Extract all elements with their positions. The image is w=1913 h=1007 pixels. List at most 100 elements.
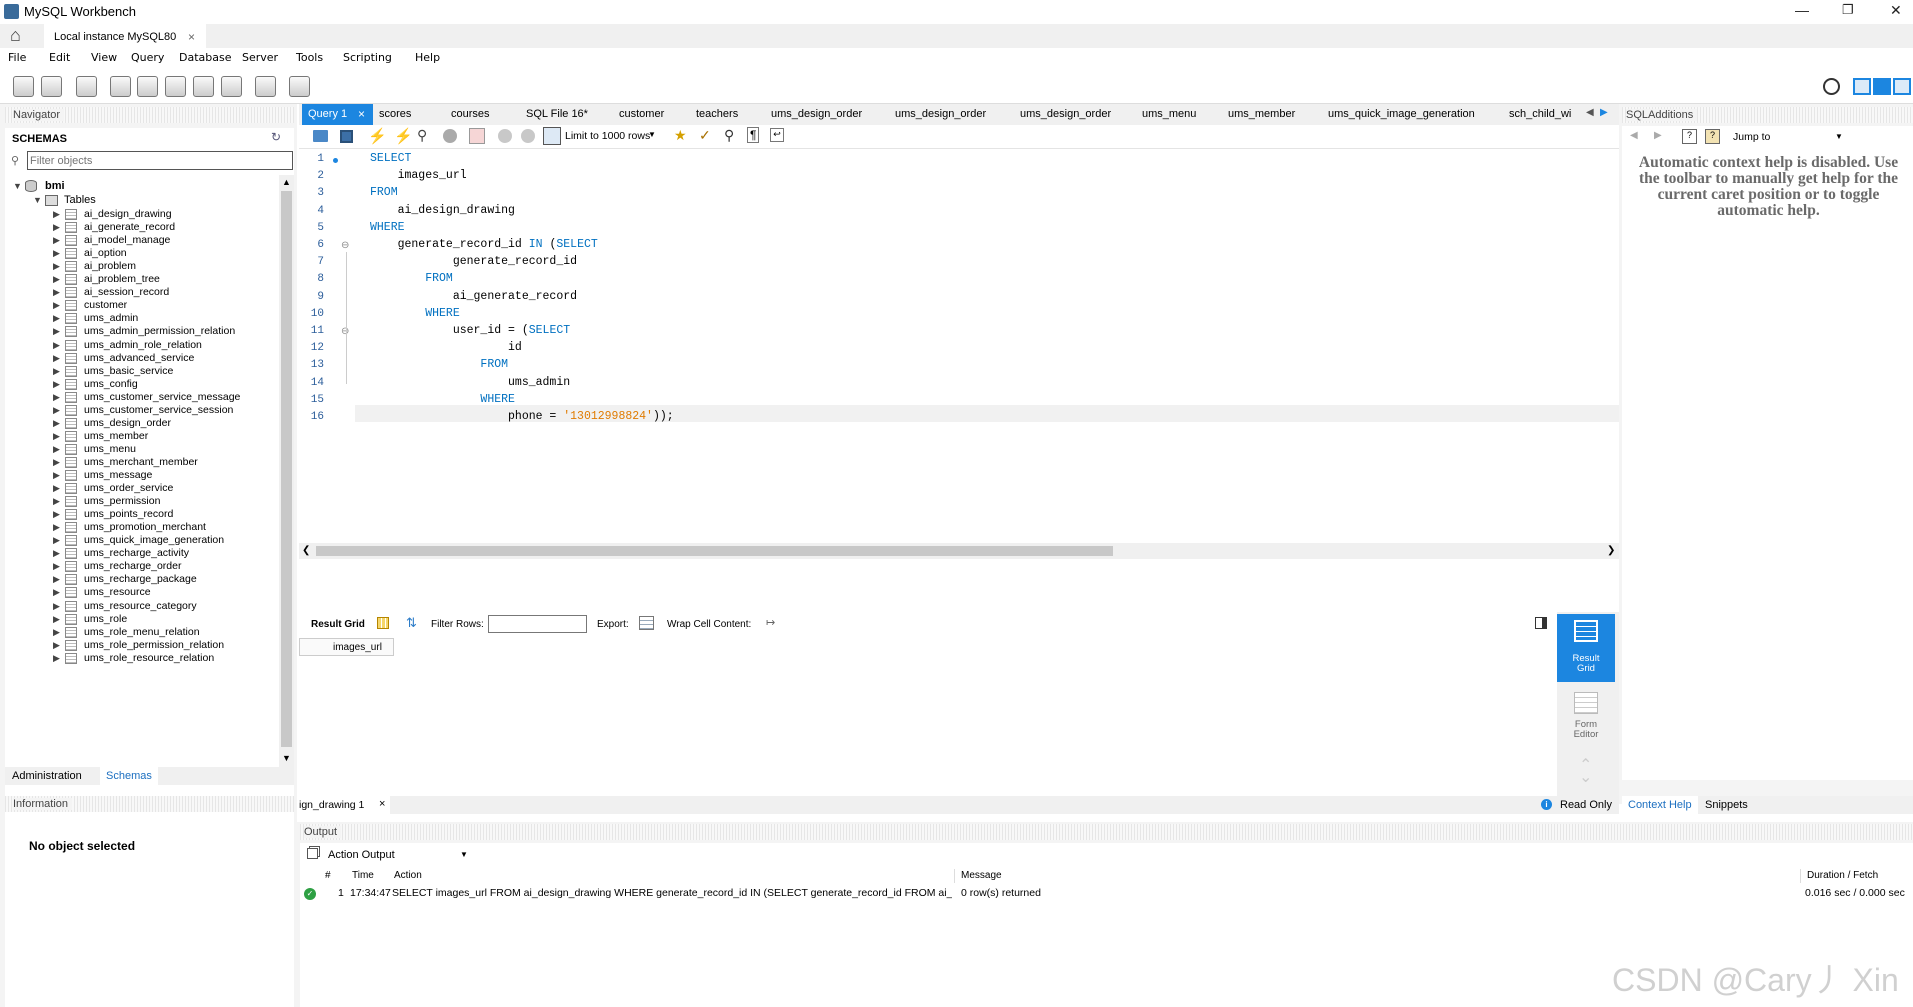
back-icon[interactable]: ◀ <box>1630 130 1638 141</box>
result-grid-label[interactable]: Result Grid <box>311 619 365 630</box>
filter-rows-input[interactable] <box>488 615 587 633</box>
scroll-left-icon[interactable]: ❮ <box>302 545 310 556</box>
tab-ums-design-order-3[interactable]: ums_design_order <box>1014 104 1111 125</box>
expand-arrow-icon[interactable]: ▶ <box>53 548 60 559</box>
tab-ums-quick-image-generation[interactable]: ums_quick_image_generation <box>1322 104 1475 125</box>
expand-arrow-icon[interactable]: ▶ <box>53 261 60 272</box>
expand-arrow-icon[interactable]: ▶ <box>53 535 60 546</box>
expand-arrow-icon[interactable]: ▶ <box>53 444 60 455</box>
maximize-button[interactable]: ❐ <box>1842 2 1854 18</box>
refresh-schemas-icon[interactable]: ↻ <box>271 130 281 144</box>
tab-sql-file-16[interactable]: SQL File 16* <box>520 104 588 125</box>
expand-arrow-icon[interactable]: ▶ <box>53 287 60 298</box>
expand-arrow-icon[interactable]: ▶ <box>53 366 60 377</box>
menu-help[interactable]: Help <box>415 51 440 64</box>
expand-arrow-icon[interactable]: ▼ <box>13 181 22 191</box>
close-window-button[interactable]: ✕ <box>1890 2 1902 19</box>
minimize-button[interactable]: — <box>1795 2 1809 18</box>
tab-ums-design-order-2[interactable]: ums_design_order <box>889 104 986 125</box>
expand-arrow-icon[interactable]: ▶ <box>53 274 60 285</box>
menu-tools[interactable]: Tools <box>296 51 323 64</box>
tab-teachers[interactable]: teachers <box>690 104 738 125</box>
menu-query[interactable]: Query <box>131 51 164 64</box>
expand-arrow-icon[interactable]: ▶ <box>53 405 60 416</box>
create-table-icon[interactable] <box>137 76 158 97</box>
toggle-sidebar-icon[interactable] <box>1853 78 1871 95</box>
tab-scroll-right-icon[interactable]: ▶ <box>1600 107 1608 118</box>
stop-icon[interactable] <box>443 129 457 143</box>
menu-file[interactable]: File <box>8 51 26 64</box>
word-wrap-icon[interactable]: ↩ <box>770 128 784 142</box>
toggle-continue-on-error-icon[interactable] <box>469 128 485 144</box>
editor-h-scrollbar[interactable]: ❮ ❯ <box>299 543 1619 559</box>
settings-icon[interactable] <box>1823 78 1840 95</box>
new-sql-tab-icon[interactable] <box>13 76 34 97</box>
tab-ums-design-order-1[interactable]: ums_design_order <box>765 104 862 125</box>
fold-icon[interactable]: ⊖ <box>341 240 349 251</box>
create-schema-icon[interactable] <box>110 76 131 97</box>
jump-to-select[interactable]: Jump to ▼ <box>1730 128 1845 146</box>
copy-icon[interactable] <box>307 848 318 859</box>
create-function-icon[interactable] <box>221 76 242 97</box>
refresh-icon[interactable]: ⇅ <box>406 615 417 631</box>
expand-arrow-icon[interactable]: ▶ <box>53 627 60 638</box>
column-header[interactable]: images_url <box>299 638 394 656</box>
open-file-icon[interactable] <box>313 130 328 142</box>
menu-database[interactable]: Database <box>179 51 232 64</box>
expand-arrow-icon[interactable]: ▶ <box>53 300 60 311</box>
expand-arrow-icon[interactable]: ▶ <box>53 222 60 233</box>
result-tab[interactable]: ign_drawing 1 × <box>297 796 390 814</box>
menu-edit[interactable]: Edit <box>49 51 70 64</box>
tab-courses[interactable]: courses <box>445 104 490 125</box>
search-table-data-icon[interactable] <box>255 76 276 97</box>
execute-icon[interactable]: ⚡ <box>368 127 387 145</box>
result-grid[interactable]: images_url <box>299 638 1557 796</box>
close-tab-icon[interactable]: × <box>379 798 385 810</box>
tab-query-1[interactable]: Query 1 × <box>302 104 373 125</box>
manual-help-icon[interactable]: ? <box>1682 129 1697 144</box>
inspector-icon[interactable] <box>76 76 97 97</box>
expand-arrow-icon[interactable]: ▶ <box>53 496 60 507</box>
side-scroll-icon[interactable]: ⌃ ⌄ <box>1579 758 1592 786</box>
tab-scores[interactable]: scores <box>373 104 411 125</box>
add-snippet-icon[interactable]: ★ <box>674 127 687 144</box>
h-scrollbar-thumb[interactable] <box>316 546 1113 556</box>
close-icon[interactable]: × <box>188 30 195 44</box>
connection-tab[interactable]: Local instance MySQL80 × <box>44 24 206 48</box>
expand-arrow-icon[interactable]: ▶ <box>53 353 60 364</box>
create-procedure-icon[interactable] <box>193 76 214 97</box>
menu-server[interactable]: Server <box>242 51 278 64</box>
toggle-result-panel-icon[interactable] <box>1535 617 1547 629</box>
export-icon[interactable] <box>639 616 654 630</box>
filter-objects-input[interactable] <box>27 151 293 170</box>
expand-arrow-icon[interactable]: ▶ <box>53 313 60 324</box>
tab-snippets[interactable]: Snippets <box>1705 799 1748 811</box>
commit-icon[interactable] <box>498 129 512 143</box>
sql-editor[interactable]: ⊖ ⊖ 1SELECT2 images_url3FROM4 ai_design_… <box>299 150 1619 543</box>
menu-scripting[interactable]: Scripting <box>343 51 392 64</box>
output-row[interactable]: ✓ 1 17:34:47 SELECT images_url FROM ai_d… <box>300 885 1913 903</box>
tab-schemas[interactable]: Schemas <box>100 767 158 785</box>
tab-customer[interactable]: customer <box>613 104 664 125</box>
reconnect-icon[interactable] <box>289 76 310 97</box>
create-view-icon[interactable] <box>165 76 186 97</box>
beautify-icon[interactable]: ✓ <box>699 127 711 144</box>
expand-arrow-icon[interactable]: ▶ <box>53 248 60 259</box>
form-editor-side-button[interactable]: Form Editor <box>1557 686 1615 750</box>
toggle-output-icon[interactable] <box>1873 78 1891 95</box>
tree-scrollbar[interactable]: ▲ ▼ <box>279 175 294 767</box>
expand-arrow-icon[interactable]: ▶ <box>53 392 60 403</box>
limit-rows-select[interactable]: Limit to 1000 rows ▼ <box>562 127 660 146</box>
toggle-secondary-sidebar-icon[interactable] <box>1893 78 1911 95</box>
invisible-chars-icon[interactable]: ¶ <box>747 127 760 143</box>
scroll-up-icon[interactable]: ▲ <box>282 177 291 187</box>
rollback-icon[interactable] <box>521 129 535 143</box>
tab-scroll-left-icon[interactable]: ◀ <box>1586 107 1594 118</box>
execute-current-icon[interactable]: ⚡ <box>394 127 413 145</box>
explain-icon[interactable]: ⚲ <box>417 127 427 144</box>
expand-arrow-icon[interactable]: ▼ <box>33 195 42 205</box>
table-item[interactable]: ▶ ums_role_resource_relation <box>5 651 275 667</box>
forward-icon[interactable]: ▶ <box>1654 130 1662 141</box>
wrap-cell-icon[interactable]: ↦ <box>766 616 775 629</box>
expand-arrow-icon[interactable]: ▶ <box>53 522 60 533</box>
